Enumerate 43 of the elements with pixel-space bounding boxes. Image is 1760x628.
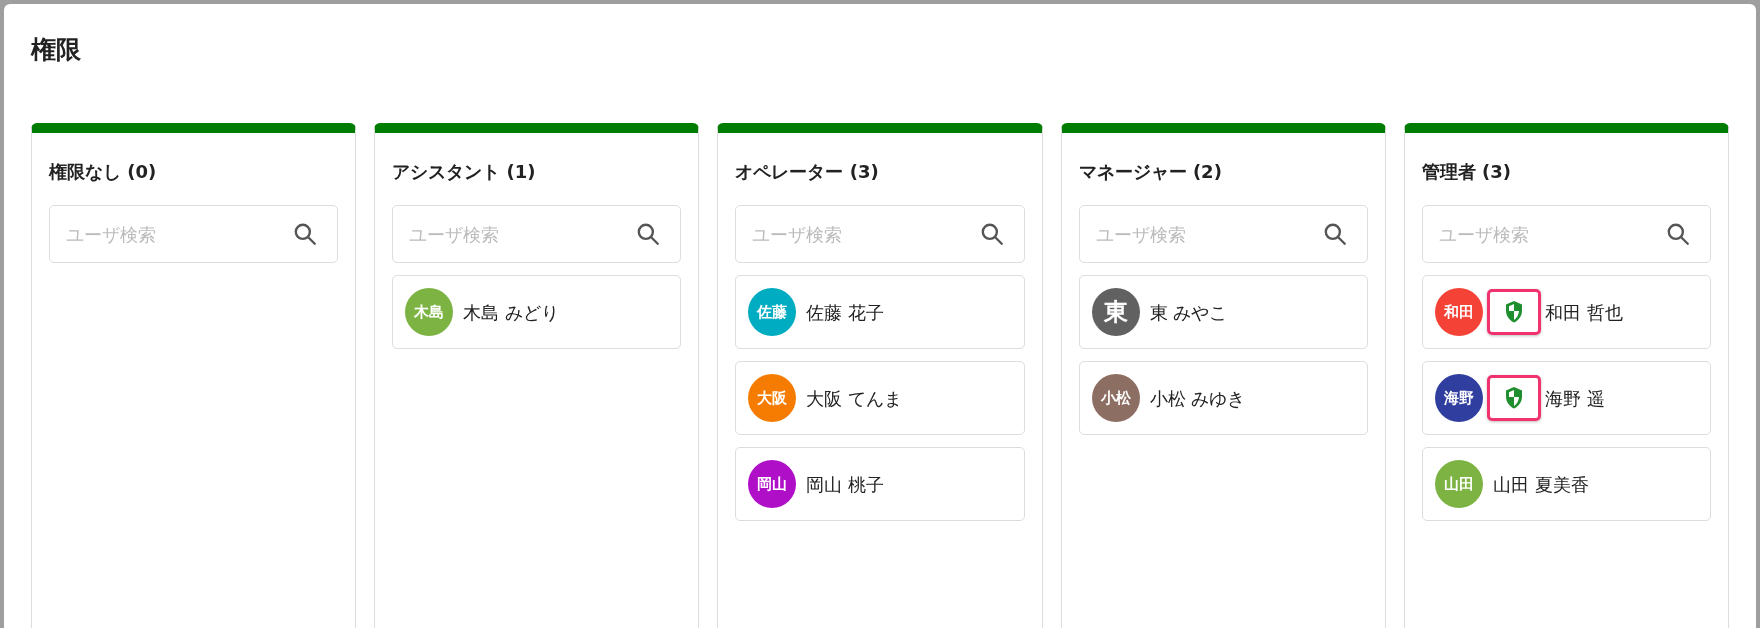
search-field[interactable]: ユーザ検索 bbox=[735, 205, 1025, 263]
user-card[interactable]: 東 東 みやこ bbox=[1078, 275, 1368, 349]
user-name: 東 みやこ bbox=[1149, 300, 1228, 325]
avatar: 岡山 bbox=[748, 460, 797, 508]
column-heading: アシスタント (1) bbox=[392, 160, 536, 184]
avatar: 木島 bbox=[405, 288, 454, 336]
avatar: 海野 bbox=[1434, 374, 1483, 422]
user-name: 岡山 桃子 bbox=[806, 472, 885, 497]
user-card[interactable]: 佐藤 佐藤 花子 bbox=[735, 275, 1025, 349]
user-name: 佐藤 花子 bbox=[806, 300, 885, 325]
search-icon[interactable] bbox=[292, 221, 319, 247]
avatar: 和田 bbox=[1434, 288, 1483, 336]
user-card[interactable]: 海野 海野 遥 bbox=[1421, 361, 1711, 435]
avatar: 山田 bbox=[1434, 460, 1483, 508]
search-field[interactable]: ユーザ検索 bbox=[1078, 205, 1368, 263]
search-field[interactable]: ユーザ検索 bbox=[49, 205, 339, 263]
avatar: 佐藤 bbox=[748, 288, 797, 336]
search-icon[interactable] bbox=[635, 221, 662, 247]
shield-icon bbox=[1503, 300, 1524, 324]
page-title: 権限 bbox=[31, 34, 81, 66]
user-card[interactable]: 大阪 大阪 てんま bbox=[735, 361, 1025, 435]
search-field[interactable]: ユーザ検索 bbox=[392, 205, 682, 263]
avatar: 大阪 bbox=[748, 374, 797, 422]
column-heading: 管理者 (3) bbox=[1421, 160, 1512, 184]
user-name: 木島 みどり bbox=[463, 300, 559, 325]
user-card[interactable]: 和田 和田 哲也 bbox=[1421, 275, 1711, 349]
search-icon[interactable] bbox=[1665, 221, 1691, 247]
user-card[interactable]: 山田 山田 夏美香 bbox=[1421, 447, 1711, 521]
avatar: 東 bbox=[1091, 288, 1140, 336]
user-card[interactable]: 岡山 岡山 桃子 bbox=[735, 447, 1025, 521]
search-field[interactable]: ユーザ検索 bbox=[1421, 205, 1711, 263]
user-card[interactable]: 小松 小松 みゆき bbox=[1078, 361, 1368, 435]
column-heading: 権限なし (0) bbox=[49, 160, 157, 184]
column-heading: オペレーター (3) bbox=[735, 160, 879, 184]
user-name: 大阪 てんま bbox=[806, 386, 903, 411]
user-card[interactable]: 木島 木島 みどり bbox=[392, 275, 682, 349]
shield-icon bbox=[1503, 386, 1524, 410]
user-name: 山田 夏美香 bbox=[1492, 472, 1589, 497]
column-heading: マネージャー (2) bbox=[1078, 160, 1222, 184]
user-name: 海野 遥 bbox=[1544, 386, 1605, 411]
avatar: 小松 bbox=[1091, 374, 1140, 422]
user-name: 小松 みゆき bbox=[1149, 386, 1246, 411]
user-name: 和田 哲也 bbox=[1544, 300, 1623, 325]
